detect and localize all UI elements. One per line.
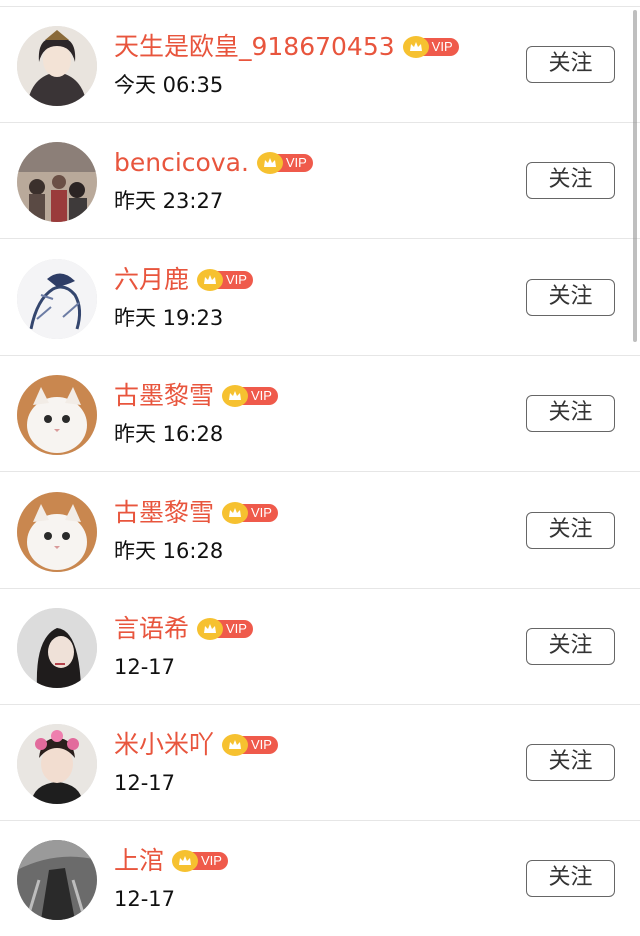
list-item[interactable]: 上涫 VIP 12-17 关注 [0, 821, 640, 936]
username[interactable]: 言语希 VIP [114, 613, 253, 645]
list-item[interactable]: bencicova. VIP 昨天 23:27 关注 [0, 123, 640, 239]
timestamp: 昨天 23:27 [114, 189, 224, 213]
vip-badge: VIP [197, 618, 253, 640]
timestamp: 昨天 19:23 [114, 306, 224, 330]
follow-button[interactable]: 关注 [526, 279, 615, 316]
username[interactable]: bencicova. VIP [114, 147, 313, 179]
crown-icon [402, 36, 429, 58]
username[interactable]: 米小米吖 VIP [114, 729, 278, 761]
list-item[interactable]: 天生是欧皇_918670453 VIP 今天 06:35 关注 [0, 7, 640, 123]
follow-button[interactable]: 关注 [526, 628, 615, 665]
crown-icon [197, 269, 224, 291]
username[interactable]: 古墨黎雪 VIP [114, 380, 278, 412]
follow-button[interactable]: 关注 [526, 46, 615, 83]
username[interactable]: 古墨黎雪 VIP [114, 497, 278, 529]
crown-icon [222, 734, 249, 756]
avatar[interactable] [17, 724, 97, 804]
avatar[interactable] [17, 375, 97, 455]
username[interactable]: 上涫 VIP [114, 845, 228, 877]
timestamp: 12-17 [114, 655, 176, 679]
avatar[interactable] [17, 26, 97, 106]
vip-badge: VIP [172, 850, 228, 872]
crown-icon [172, 850, 199, 872]
follow-button[interactable]: 关注 [526, 860, 615, 897]
list-item[interactable]: 古墨黎雪 VIP 昨天 16:28 关注 [0, 473, 640, 589]
scrollbar[interactable] [633, 10, 637, 342]
vip-badge: VIP [197, 269, 253, 291]
follower-list: 天生是欧皇_918670453 VIP 今天 06:35 关注 bencicova… [0, 0, 640, 936]
vip-badge: VIP [222, 734, 278, 756]
username[interactable]: 六月鹿 VIP [114, 264, 253, 296]
timestamp: 昨天 16:28 [114, 422, 224, 446]
crown-icon [197, 618, 224, 640]
timestamp: 昨天 16:28 [114, 539, 224, 563]
follow-button[interactable]: 关注 [526, 512, 615, 549]
crown-icon [222, 385, 249, 407]
avatar[interactable] [17, 259, 97, 339]
avatar[interactable] [17, 142, 97, 222]
list-item[interactable]: 米小米吖 VIP 12-17 关注 [0, 705, 640, 821]
list-item[interactable]: 古墨黎雪 VIP 昨天 16:28 关注 [0, 356, 640, 472]
follow-button[interactable]: 关注 [526, 744, 615, 781]
crown-icon [222, 502, 249, 524]
follow-button[interactable]: 关注 [526, 162, 615, 199]
username[interactable]: 天生是欧皇_918670453 VIP [114, 31, 459, 63]
crown-icon [256, 152, 283, 174]
list-item[interactable]: 六月鹿 VIP 昨天 19:23 关注 [0, 240, 640, 356]
vip-badge: VIP [222, 502, 278, 524]
vip-badge: VIP [402, 36, 459, 58]
timestamp: 今天 06:35 [114, 73, 224, 97]
timestamp: 12-17 [114, 771, 176, 795]
vip-badge: VIP [222, 385, 278, 407]
follow-button[interactable]: 关注 [526, 395, 615, 432]
list-item[interactable]: 言语希 VIP 12-17 关注 [0, 589, 640, 705]
timestamp: 12-17 [114, 887, 176, 911]
vip-badge: VIP [256, 152, 313, 174]
avatar[interactable] [17, 840, 97, 920]
avatar[interactable] [17, 608, 97, 688]
avatar[interactable] [17, 492, 97, 572]
